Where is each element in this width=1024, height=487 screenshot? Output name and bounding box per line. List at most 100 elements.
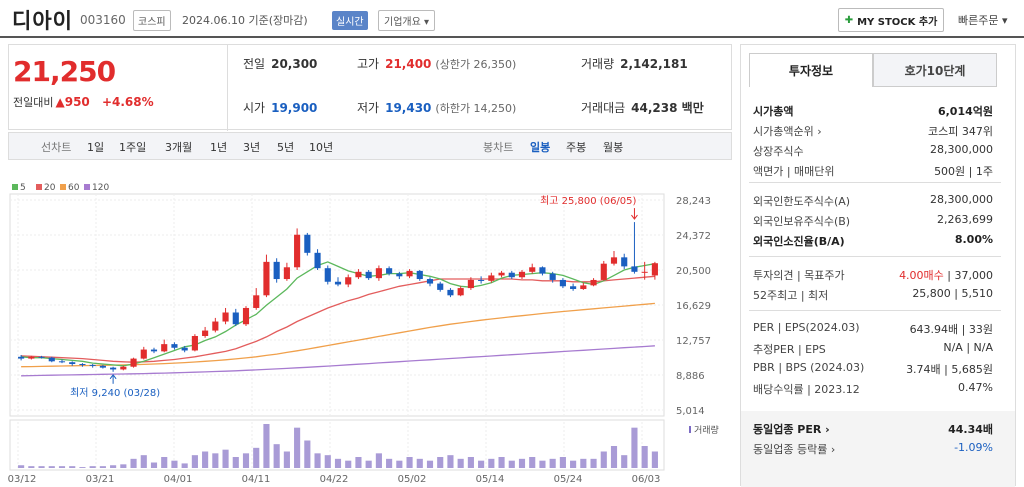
candle-body bbox=[498, 272, 505, 276]
info-row: 외국인소진율(B/A) 8.00% bbox=[753, 233, 993, 249]
tab-investment-info[interactable]: 투자정보 bbox=[749, 53, 873, 87]
my-stock-label: MY STOCK 추가 bbox=[857, 16, 938, 28]
candle-body bbox=[120, 366, 127, 370]
candle-body bbox=[69, 362, 76, 365]
volume-bar bbox=[386, 458, 393, 468]
candle-body bbox=[365, 271, 372, 279]
line-chart-label[interactable]: 선차트 bbox=[41, 139, 71, 155]
high-price: 고가 21,400 (상한가 26,350) bbox=[357, 55, 516, 72]
volume-bar bbox=[161, 457, 168, 468]
info-value: 4.00매수 | 37,000 bbox=[899, 269, 993, 282]
info-row: PER | EPS(2024.03) 643.94배 | 33원 bbox=[753, 321, 993, 337]
legend-label: 120 bbox=[92, 183, 109, 193]
open-value: 19,900 bbox=[271, 101, 318, 115]
candle-body bbox=[518, 271, 526, 278]
volume-bar bbox=[212, 453, 219, 468]
info-value: 25,800 | 5,510 bbox=[912, 287, 993, 300]
tab-1w[interactable]: 1주일 bbox=[119, 139, 146, 155]
info-value: 28,300,000 bbox=[930, 143, 993, 156]
candle-body bbox=[38, 356, 45, 358]
divider bbox=[227, 45, 228, 131]
volume-bar bbox=[651, 451, 658, 468]
stock-chart[interactable]: 5 20 60 120 최고 25,800 (06/05) 최저 9,240 (03/2… bbox=[8, 178, 732, 486]
candle-body bbox=[437, 283, 444, 290]
candle-body bbox=[447, 289, 454, 296]
y-axis-labels: 28,243 24,372 20,500 16,629 12,757 8,886 5,014 bbox=[676, 196, 711, 417]
volume-bar bbox=[242, 453, 250, 468]
tab-orderbook[interactable]: 호가10단계 bbox=[873, 53, 997, 87]
volume-bar bbox=[406, 457, 413, 468]
volume-bar bbox=[478, 460, 485, 468]
volume-bar bbox=[89, 466, 96, 468]
candle-body bbox=[161, 344, 168, 352]
legend-label: 60 bbox=[68, 183, 80, 193]
open-label: 시가 bbox=[243, 101, 266, 115]
tab-monthly[interactable]: 월봉 bbox=[603, 139, 623, 155]
quick-order-button[interactable]: 빠른주문 ▾ bbox=[958, 12, 1008, 28]
volume-bar bbox=[621, 455, 628, 468]
volume-bar bbox=[426, 460, 434, 468]
volume-bar bbox=[99, 466, 106, 468]
company-overview-button[interactable]: 기업개요 ▾ bbox=[378, 10, 435, 31]
ma20-line bbox=[21, 275, 655, 363]
candle-body bbox=[212, 321, 219, 331]
tab-3m[interactable]: 3개월 bbox=[165, 139, 192, 155]
legend-swatch bbox=[12, 184, 18, 190]
info-row: 시가총액 6,014억원 bbox=[753, 103, 993, 119]
y-tick-label: 12,757 bbox=[676, 336, 711, 347]
candle-body bbox=[539, 267, 546, 274]
realtime-button[interactable]: 실시간 bbox=[332, 11, 368, 30]
info-value: 643.94배 | 33원 bbox=[909, 323, 993, 336]
candle-chart-label[interactable]: 봉차트 bbox=[483, 139, 513, 155]
quote-panel: 21,250 전일대비 ▲950 +4.68% 전일 20,300 고가 21,400… bbox=[8, 44, 732, 131]
candle-body bbox=[304, 234, 311, 253]
info-row: 상장주식수 28,300,000 bbox=[753, 143, 993, 159]
volume-value: 2,142,181 bbox=[620, 57, 688, 71]
tab-weekly[interactable]: 주봉 bbox=[566, 139, 586, 155]
candle-body bbox=[631, 266, 638, 272]
candle-body bbox=[610, 257, 618, 264]
candle-body bbox=[283, 267, 290, 280]
info-row: 외국인보유주식수(B) 2,263,699 bbox=[753, 213, 993, 229]
industry-value: -1.09% bbox=[954, 441, 993, 454]
volume-label: 거래량 bbox=[694, 424, 719, 436]
candle-body bbox=[345, 277, 352, 285]
volume-bar bbox=[355, 457, 362, 468]
tab-10y[interactable]: 10년 bbox=[309, 139, 333, 155]
volume-bar bbox=[365, 460, 372, 468]
industry-row[interactable]: 동일업종 PER › 44.34배 bbox=[753, 421, 993, 437]
info-key: 외국인보유주식수(B) bbox=[753, 215, 851, 228]
volume-bar bbox=[447, 455, 454, 468]
candle-body bbox=[406, 270, 413, 277]
tab-5y[interactable]: 5년 bbox=[277, 139, 294, 155]
candle-body bbox=[150, 349, 158, 352]
info-value: N/A | N/A bbox=[943, 341, 993, 354]
volume-bar bbox=[529, 457, 536, 468]
industry-row[interactable]: 동일업종 등락률 › -1.09% bbox=[753, 441, 993, 457]
volume-bar bbox=[232, 457, 239, 468]
candle-body bbox=[478, 279, 485, 281]
change-label: 전일대비 bbox=[13, 96, 54, 109]
tab-daily[interactable]: 일봉 bbox=[530, 139, 550, 155]
candle-body bbox=[600, 263, 607, 280]
low-price: 저가 19,430 (하한가 14,250) bbox=[357, 99, 516, 116]
volume-bar bbox=[79, 467, 86, 468]
volume-bar bbox=[396, 460, 403, 468]
candle-body bbox=[467, 279, 474, 289]
date-info: 2024.06.10 기준(장마감) bbox=[182, 14, 308, 27]
tab-3y[interactable]: 3년 bbox=[243, 139, 260, 155]
industry-value: 44.34배 bbox=[948, 423, 993, 436]
x-tick-label: 05/14 bbox=[476, 474, 505, 485]
current-price: 21,250 bbox=[13, 55, 116, 88]
my-stock-add-button[interactable]: ✚ MY STOCK 추가 bbox=[838, 8, 944, 32]
legend-swatch bbox=[36, 184, 42, 190]
tab-1d[interactable]: 1일 bbox=[87, 139, 104, 155]
info-row: 52주최고 | 최저 25,800 | 5,510 bbox=[753, 287, 993, 303]
volume-bar bbox=[570, 460, 577, 468]
x-tick-label: 05/24 bbox=[554, 474, 583, 485]
candle-body bbox=[294, 234, 301, 268]
candle-body bbox=[375, 268, 382, 279]
tab-1y[interactable]: 1년 bbox=[210, 139, 227, 155]
volume-bar bbox=[437, 457, 444, 468]
volume-bar bbox=[222, 449, 229, 468]
